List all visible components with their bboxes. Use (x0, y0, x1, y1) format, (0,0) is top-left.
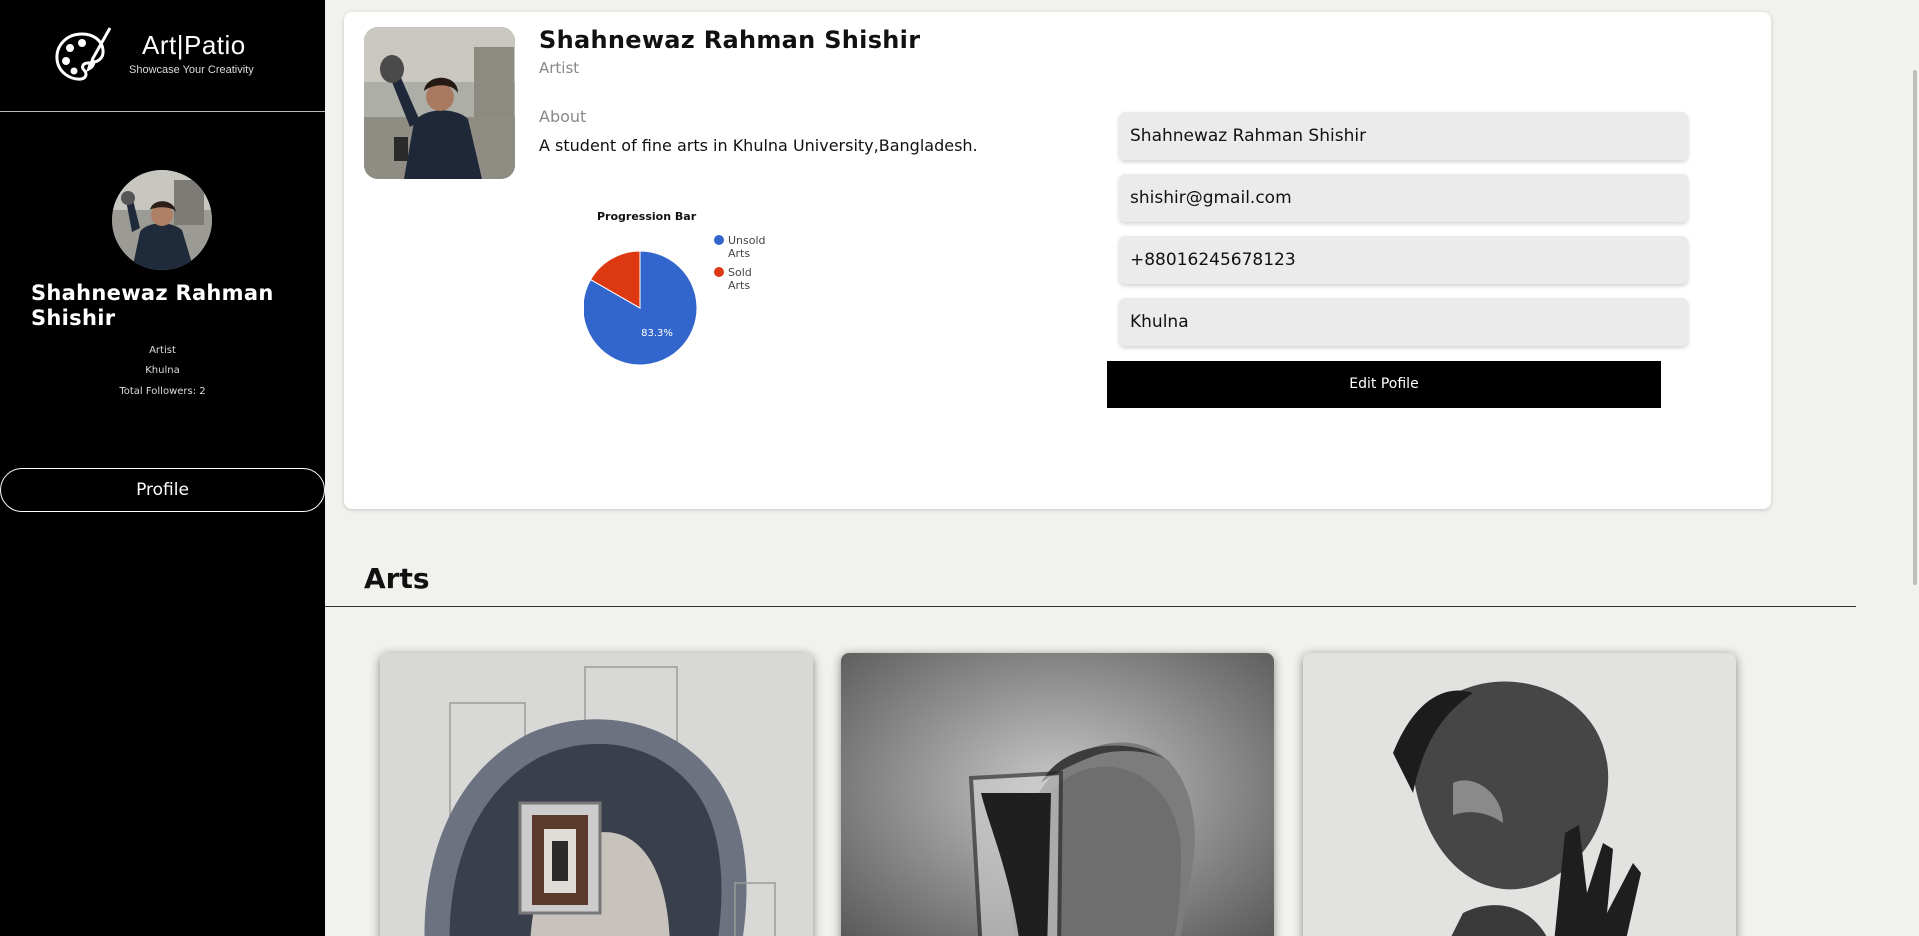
sidebar-followers: Total Followers: 2 (119, 386, 206, 397)
legend-label: Arts (728, 247, 750, 260)
artwork-image (841, 653, 1274, 936)
sidebar-user-name: Shahnewaz Rahman Shishir (31, 281, 274, 330)
legend-label: Unsold (728, 234, 766, 247)
legend-label: Arts (728, 279, 750, 292)
legend-swatch (714, 235, 724, 245)
sidebar-location: Khulna (145, 365, 180, 376)
divider (325, 606, 1856, 607)
art-card[interactable] (1303, 653, 1736, 936)
palette-logo-icon (55, 27, 112, 81)
city-field[interactable] (1119, 298, 1688, 346)
edit-profile-button[interactable]: Edit Pofile (1107, 361, 1661, 408)
scrollbar-thumb[interactable] (1913, 70, 1917, 585)
arts-section-title: Arts (364, 562, 430, 595)
sidebar: Art|Patio Showcase Your Creativity Shahn… (0, 0, 325, 936)
brand-header[interactable]: Art|Patio Showcase Your Creativity (0, 0, 325, 112)
profile-role: Artist (539, 59, 580, 77)
legend-swatch (714, 267, 724, 277)
about-label: About (539, 107, 587, 126)
legend-label: Sold (728, 266, 752, 279)
artwork-image (1303, 653, 1736, 936)
profile-button[interactable]: Profile (0, 468, 325, 512)
scrollbar[interactable] (1907, 0, 1919, 936)
profile-photo-image (364, 27, 515, 179)
about-text: A student of fine arts in Khulna Univers… (539, 136, 978, 155)
email-field[interactable] (1119, 174, 1688, 222)
art-card[interactable] (380, 653, 813, 936)
profile-card: Shahnewaz Rahman Shishir Artist About A … (344, 12, 1771, 509)
progression-chart: Progression Bar 83.3% Unsold Arts Sold Arts (584, 210, 804, 410)
profile-photo (364, 27, 515, 179)
art-card[interactable] (841, 653, 1274, 936)
profile-name: Shahnewaz Rahman Shishir (539, 26, 921, 54)
avatar-photo (112, 170, 212, 270)
name-field[interactable] (1119, 112, 1688, 160)
artwork-image (380, 653, 813, 936)
pie-data-label: 83.3% (641, 328, 673, 339)
brand-name: Art|Patio (142, 30, 246, 60)
avatar (112, 170, 212, 270)
pie-chart: 83.3%UnsoldArtsSoldArts (584, 234, 766, 366)
phone-field[interactable] (1119, 236, 1688, 284)
brand-tagline: Showcase Your Creativity (129, 64, 254, 76)
sidebar-role: Artist (149, 345, 176, 356)
